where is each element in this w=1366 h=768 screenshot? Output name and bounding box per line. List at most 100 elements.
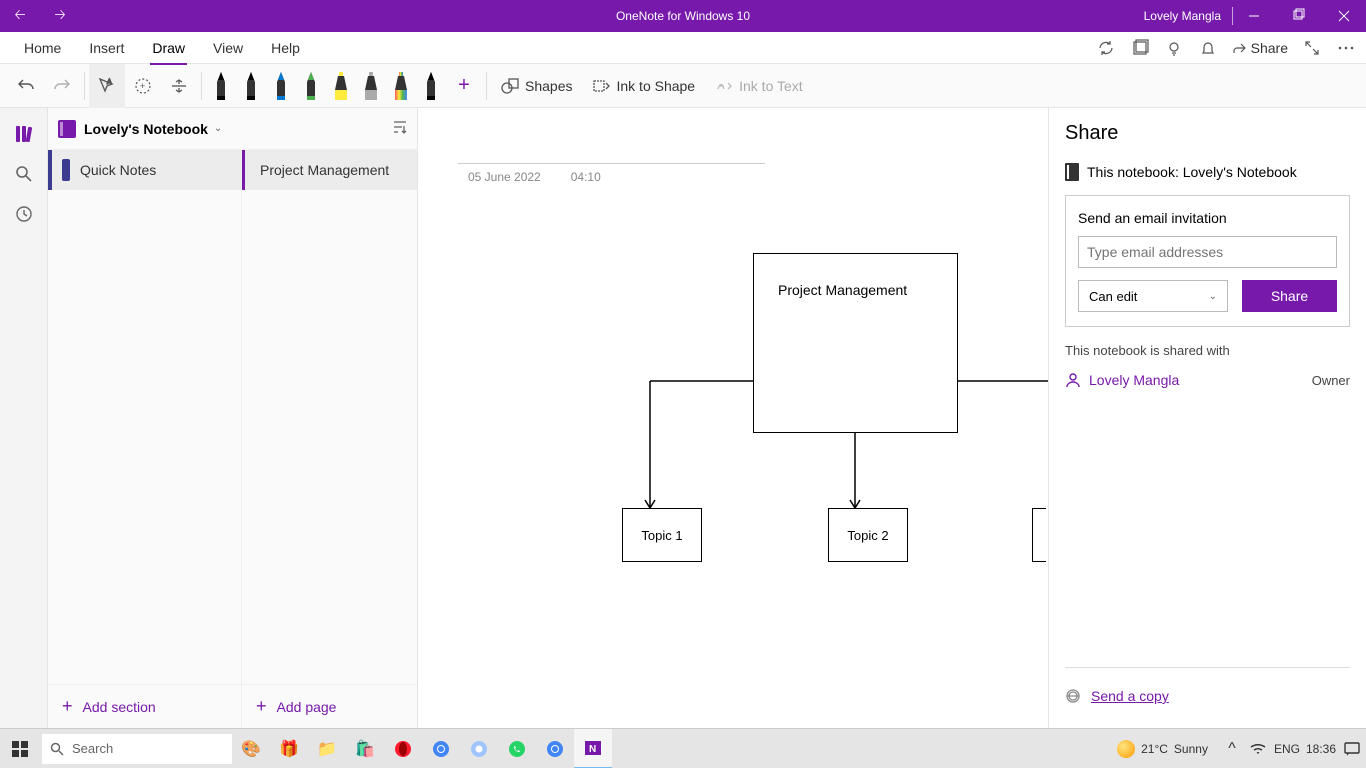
shared-with-label: This notebook is shared with [1065,343,1350,358]
add-page-label: Add page [277,699,337,715]
permission-select[interactable]: Can edit ⌄ [1078,280,1228,312]
chevron-down-icon: ⌄ [214,123,222,134]
page-label: Project Management [260,162,389,178]
select-tool[interactable]: A [89,64,125,108]
diagram-main-label: Project Management [778,282,907,298]
tab-help[interactable]: Help [257,32,314,64]
recent-icon[interactable] [0,194,48,234]
task-whatsapp[interactable] [498,729,536,768]
back-button[interactable]: 🡠 [0,0,40,32]
weather-widget[interactable]: 21°C Sunny [1117,740,1208,758]
notebook-name: Lovely's Notebook [84,121,208,137]
insert-space-tool[interactable] [161,64,197,108]
weather-icon [1117,740,1135,758]
pen-tool-7[interactable] [416,64,446,108]
task-store[interactable]: 🛍️ [346,729,384,768]
task-chrome[interactable] [422,729,460,768]
pen-tool-4[interactable] [326,64,356,108]
page-mode-icon[interactable] [1124,32,1156,64]
diagram-main-box[interactable]: Project Management [753,253,958,433]
share-panel-title: Share [1065,122,1350,145]
topic2-label: Topic 2 [847,528,888,543]
tab-view[interactable]: View [199,32,257,64]
start-button[interactable] [0,729,40,768]
task-chrome-2[interactable] [536,729,574,768]
action-center-icon[interactable] [1342,729,1362,768]
email-input[interactable] [1078,236,1337,268]
invite-label: Send an email invitation [1078,210,1337,226]
system-tray: 21°C Sunny ^ ENG 18:36 [1117,729,1366,768]
page-canvas[interactable]: 05 June 2022 04:10 Project Management To… [418,108,1048,728]
pen-tool-1[interactable] [236,64,266,108]
task-app-2[interactable]: 🎁 [270,729,308,768]
minimize-button[interactable] [1231,0,1276,32]
navigation-panel: Lovely's Notebook ⌄ Quick Notes + Add se… [48,108,418,728]
tab-draw[interactable]: Draw [138,32,199,64]
plus-icon: + [256,696,267,717]
topic1-label: Topic 1 [641,528,682,543]
tips-icon[interactable] [1158,32,1190,64]
sync-icon[interactable] [1090,32,1122,64]
tray-chevron-icon[interactable]: ^ [1222,729,1242,768]
ink-to-text-button: Ink to Text [705,64,813,108]
shared-person-row[interactable]: Lovely Mangla Owner [1065,372,1350,388]
pen-tool-3[interactable] [296,64,326,108]
share-icon [1232,41,1246,55]
notebook-picker[interactable]: Lovely's Notebook ⌄ [48,108,417,150]
notebooks-icon[interactable] [0,114,48,154]
svg-text:+: + [140,81,145,91]
language-indicator[interactable]: ENG [1274,742,1300,756]
sort-icon[interactable] [391,119,407,138]
wifi-icon[interactable] [1248,729,1268,768]
forward-button[interactable]: 🡢 [40,0,80,32]
task-chrome-canary[interactable] [460,729,498,768]
send-copy-label: Send a copy [1091,688,1169,704]
shapes-label: Shapes [525,78,572,94]
search-icon[interactable] [0,154,48,194]
redo-button[interactable] [44,64,80,108]
page-item[interactable]: Project Management [242,150,417,190]
ink-to-text-label: Ink to Text [739,78,803,94]
pen-tool-2[interactable] [266,64,296,108]
ribbon-tabs: Home Insert Draw View Help Share [0,32,1366,64]
task-onenote[interactable]: N [574,729,612,768]
clock[interactable]: 18:36 [1306,742,1336,756]
ink-to-shape-label: Ink to Shape [616,78,695,94]
task-explorer[interactable]: 📁 [308,729,346,768]
share-button[interactable]: Share [1226,32,1294,64]
taskbar-search[interactable]: Search [42,734,232,764]
task-opera[interactable] [384,729,422,768]
diagram-topic-1[interactable]: Topic 1 [622,508,702,562]
add-page-button[interactable]: + Add page [242,684,417,728]
tab-insert[interactable]: Insert [75,32,138,64]
pen-tool-0[interactable] [206,64,236,108]
shapes-button[interactable]: Shapes [491,64,582,108]
lasso-tool[interactable]: + [125,64,161,108]
section-accent [48,150,52,190]
weather-cond: Sunny [1174,742,1208,756]
diagram-topic-2[interactable]: Topic 2 [828,508,908,562]
task-app-1[interactable]: 🎨 [232,729,270,768]
diagram-topic-3-partial[interactable] [1032,508,1046,562]
tab-home[interactable]: Home [10,32,75,64]
close-button[interactable] [1321,0,1366,32]
notifications-icon[interactable] [1192,32,1224,64]
weather-temp: 21°C [1141,742,1168,756]
send-copy-link[interactable]: Send a copy [1065,688,1169,704]
add-pen-button[interactable]: + [446,64,482,108]
fullscreen-icon[interactable] [1296,32,1328,64]
pen-tool-5[interactable] [356,64,386,108]
add-section-button[interactable]: + Add section [48,684,241,728]
separator [486,72,487,100]
person-icon [1065,372,1081,388]
pen-tool-6[interactable] [386,64,416,108]
maximize-button[interactable] [1276,0,1321,32]
share-submit-button[interactable]: Share [1242,280,1337,312]
more-icon[interactable] [1330,32,1362,64]
title-underline [458,163,765,164]
ink-to-shape-button[interactable]: Ink to Shape [582,64,705,108]
user-name[interactable]: Lovely Mangla [1144,9,1221,23]
taskbar: Search 🎨 🎁 📁 🛍️ N 21°C Sunny ^ ENG 18:36 [0,728,1366,768]
undo-button[interactable] [8,64,44,108]
section-item[interactable]: Quick Notes [48,150,241,190]
